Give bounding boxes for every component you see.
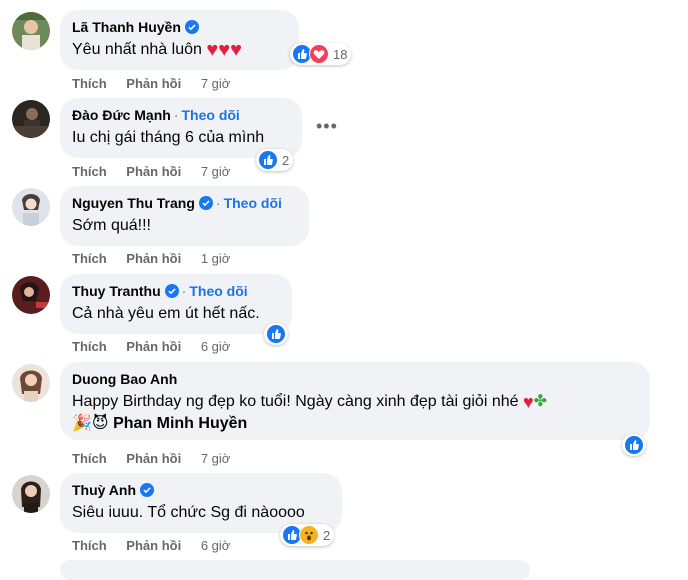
hearts-emoji: ♥♥♥ — [206, 39, 242, 61]
reply-button[interactable]: Phản hồi — [126, 164, 181, 179]
avatar[interactable] — [12, 364, 50, 402]
follow-button[interactable]: Theo dõi — [224, 194, 282, 212]
timestamp[interactable]: 7 giờ — [201, 451, 231, 466]
comment-actions: Thích Phản hồi 6 giờ — [72, 339, 230, 354]
avatar[interactable] — [12, 188, 50, 226]
separator-dot: · — [181, 283, 187, 299]
author-name[interactable]: Duong Bao Anh — [72, 370, 177, 388]
comment-bubble: Duong Bao Anh Happy Birthday ng đẹp ko t… — [60, 362, 650, 440]
wow-reaction-icon — [299, 525, 319, 545]
comment-bubble: Thuy Tranthu · Theo dõi Cả nhà yêu em út… — [60, 274, 292, 334]
avatar[interactable] — [12, 12, 50, 50]
comment-text: Iu chị gái tháng 6 của mình — [72, 129, 265, 146]
reaction-count: 2 — [282, 152, 290, 168]
author-name[interactable]: Đào Đức Mạnh — [72, 106, 171, 124]
heart-emoji: ♥ — [522, 392, 534, 412]
follow-button[interactable]: Theo dõi — [182, 106, 240, 124]
more-options-icon[interactable]: ••• — [316, 116, 338, 137]
comment-actions: Thích Phản hồi 7 giờ — [72, 76, 230, 91]
comment-text: Happy Birthday ng đẹp ko tuổi! Ngày càng… — [72, 393, 519, 410]
reply-button[interactable]: Phản hồi — [126, 451, 181, 466]
verified-badge-icon — [164, 284, 179, 298]
separator-dot: · — [173, 107, 179, 123]
comment-text: Yêu nhất nhà luôn — [72, 41, 202, 58]
comment-actions: Thích Phản hồi 1 giờ — [72, 251, 230, 266]
reply-button[interactable]: Phản hồi — [126, 538, 181, 553]
reaction-count: 18 — [333, 46, 348, 62]
like-reaction-icon — [624, 435, 644, 455]
next-comment-bubble — [60, 560, 530, 580]
comment-text: Cả nhà yêu em út hết nấc. — [72, 305, 260, 322]
like-button[interactable]: Thích — [72, 164, 107, 179]
reply-button[interactable]: Phản hồi — [126, 339, 181, 354]
mention-link[interactable]: Phan Minh Huyền — [113, 415, 247, 432]
reaction-summary[interactable]: 2 — [256, 149, 294, 171]
like-reaction-icon — [266, 324, 286, 344]
avatar[interactable] — [12, 276, 50, 314]
comment-actions: Thích Phản hồi 6 giờ — [72, 538, 230, 553]
verified-badge-icon — [184, 20, 199, 34]
like-button[interactable]: Thích — [72, 76, 107, 91]
comment-bubble: Nguyen Thu Trang · Theo dõi Sớm quá!!! — [60, 186, 309, 246]
like-button[interactable]: Thích — [72, 339, 107, 354]
reaction-summary[interactable]: 18 — [290, 43, 352, 65]
reaction-summary[interactable] — [264, 323, 288, 345]
author-name[interactable]: Nguyen Thu Trang — [72, 194, 195, 212]
timestamp[interactable]: 7 giờ — [201, 76, 231, 91]
reaction-summary[interactable] — [622, 434, 646, 456]
follow-button[interactable]: Theo dõi — [189, 282, 247, 300]
reply-button[interactable]: Phản hồi — [126, 251, 181, 266]
reaction-summary[interactable]: 2 — [280, 524, 335, 546]
clover-emoji: ✤ — [533, 393, 548, 410]
separator-dot: · — [215, 195, 221, 211]
comment-actions: Thích Phản hồi 7 giờ — [72, 451, 230, 466]
comment-text: Siêu iuuu. Tổ chức Sg đi nàoooo — [72, 504, 305, 521]
avatar[interactable] — [12, 100, 50, 138]
timestamp[interactable]: 6 giờ — [201, 339, 231, 354]
reaction-count: 2 — [323, 527, 331, 543]
timestamp[interactable]: 1 giờ — [201, 251, 231, 266]
avatar[interactable] — [12, 475, 50, 513]
love-reaction-icon — [309, 44, 329, 64]
comment-bubble: Lã Thanh Huyền Yêu nhất nhà luôn ♥♥♥ — [60, 10, 299, 70]
verified-badge-icon — [140, 483, 155, 497]
party-emoji: 🎉😈 — [72, 415, 109, 432]
comment-text: Sớm quá!!! — [72, 217, 151, 234]
reply-button[interactable]: Phản hồi — [126, 76, 181, 91]
like-button[interactable]: Thích — [72, 451, 107, 466]
like-button[interactable]: Thích — [72, 538, 107, 553]
author-name[interactable]: Thuy Tranthu — [72, 282, 161, 300]
like-reaction-icon — [258, 150, 278, 170]
like-button[interactable]: Thích — [72, 251, 107, 266]
timestamp[interactable]: 7 giờ — [201, 164, 231, 179]
verified-badge-icon — [198, 196, 213, 210]
comment-actions: Thích Phản hồi 7 giờ — [72, 164, 230, 179]
timestamp[interactable]: 6 giờ — [201, 538, 231, 553]
author-name[interactable]: Lã Thanh Huyền — [72, 18, 181, 36]
author-name[interactable]: Thuỳ Anh — [72, 481, 136, 499]
